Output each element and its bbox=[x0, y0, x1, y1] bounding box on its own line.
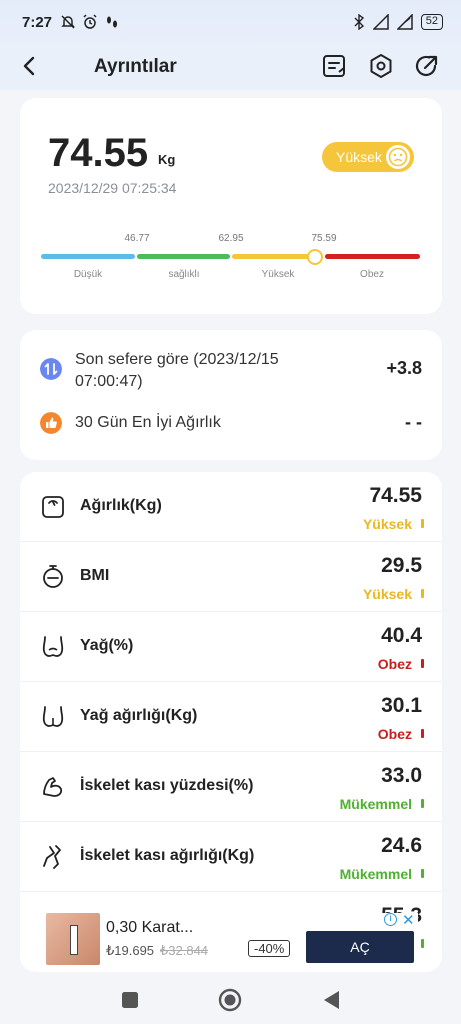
metric-status-indicator bbox=[421, 659, 424, 668]
metric-status: Mükemmel bbox=[339, 866, 412, 882]
status-bar: 7:27 52 bbox=[0, 0, 461, 44]
scale-label-high: Yüksek bbox=[261, 269, 295, 280]
status-right-icons: 52 bbox=[353, 14, 443, 30]
ad-product-image[interactable] bbox=[46, 913, 100, 965]
weight-unit: Kg bbox=[158, 152, 176, 167]
fat-mass-icon bbox=[42, 706, 64, 727]
metric-status-indicator bbox=[421, 589, 424, 598]
threshold-healthy: 62.95 bbox=[218, 233, 244, 244]
metric-row-fat-mass[interactable]: Yağ ağırlığı(Kg) 30.1 Obez bbox=[20, 682, 442, 752]
thumb-up-icon bbox=[40, 412, 62, 434]
metric-row-muscle-mass[interactable]: İskelet kası ağırlığı(Kg) 24.6 Mükemmel bbox=[20, 822, 442, 892]
metric-status: Obez bbox=[377, 726, 412, 742]
bmi-icon bbox=[43, 565, 63, 588]
home-icon[interactable] bbox=[216, 986, 244, 1014]
comparison-row-last: Son sefere göre (2023/12/15 07:00:47) +3… bbox=[40, 351, 430, 398]
metric-value: 24.6 bbox=[381, 834, 422, 857]
steps-icon bbox=[107, 16, 118, 28]
metric-label: Ağırlık(Kg) bbox=[80, 497, 162, 514]
status-time: 7:27 bbox=[22, 13, 53, 31]
metric-status: Yüksek bbox=[362, 516, 412, 532]
metric-status-indicator bbox=[421, 799, 424, 808]
metric-status-indicator bbox=[421, 519, 424, 528]
scale-label-healthy: sağlıklı bbox=[168, 269, 200, 280]
share-icon[interactable] bbox=[413, 52, 441, 80]
scale-bar-low bbox=[41, 254, 135, 259]
scale-marker bbox=[307, 249, 323, 265]
metric-row-bmi[interactable]: BMI 29.5 Yüksek bbox=[20, 542, 442, 612]
ad-banner[interactable]: 0,30 Karat... ₺19.695 ₺32.844 -40% AÇ i … bbox=[46, 911, 418, 969]
compare-icon bbox=[40, 358, 62, 380]
metric-row-muscle-percent[interactable]: İskelet kası yüzdesi(%) 33.0 Mükemmel bbox=[20, 752, 442, 822]
metric-status: Obez bbox=[377, 656, 412, 672]
metric-status: Yüksek bbox=[362, 586, 412, 602]
metric-value: 40.4 bbox=[381, 624, 422, 647]
bell-off-icon bbox=[61, 15, 75, 29]
metric-status-indicator bbox=[421, 869, 424, 878]
ad-info-icon[interactable]: i bbox=[384, 913, 397, 926]
muscle-leg-icon bbox=[43, 845, 61, 869]
metric-row-fat-percent[interactable]: Yağ(%) 40.4 Obez bbox=[20, 612, 442, 682]
metric-value: 29.5 bbox=[381, 554, 422, 577]
wifi-signal-icon bbox=[396, 14, 413, 30]
threshold-high: 75.59 bbox=[311, 233, 337, 244]
settings-hex-icon[interactable] bbox=[367, 52, 395, 80]
ad-title[interactable]: 0,30 Karat... bbox=[106, 919, 193, 937]
signal-icon bbox=[372, 14, 389, 30]
alarm-icon bbox=[83, 14, 97, 29]
sad-face-icon bbox=[386, 145, 410, 169]
comparison-best-text: 30 Gün En İyi Ağırlık bbox=[75, 414, 221, 431]
metric-value: 33.0 bbox=[381, 764, 422, 787]
scale-bar-healthy bbox=[137, 254, 230, 259]
status-badge-label: Yüksek bbox=[336, 149, 382, 165]
back-triangle-icon[interactable] bbox=[318, 986, 346, 1014]
threshold-low: 46.77 bbox=[124, 233, 150, 244]
metric-label: Yağ(%) bbox=[80, 637, 134, 654]
measurement-datetime: 2023/12/29 07:25:34 bbox=[48, 180, 177, 196]
status-badge: Yüksek bbox=[322, 142, 414, 172]
page-title: Ayrıntılar bbox=[94, 56, 177, 77]
body-fat-icon bbox=[42, 636, 64, 657]
system-nav-bar bbox=[0, 976, 461, 1024]
metric-label: İskelet kası ağırlığı(Kg) bbox=[80, 847, 255, 864]
ad-discount: -40% bbox=[248, 940, 291, 957]
comparison-last-value: +3.8 bbox=[386, 358, 422, 378]
scale-label-obese: Obez bbox=[360, 269, 384, 280]
comparison-best-value: - - bbox=[405, 412, 422, 432]
metric-status: Mükemmel bbox=[339, 796, 412, 812]
bluetooth-icon bbox=[354, 14, 364, 30]
metric-label: BMI bbox=[80, 567, 110, 584]
metric-label: Yağ ağırlığı(Kg) bbox=[80, 707, 198, 724]
metrics-list: Ağırlık(Kg) 74.55 Yüksek BMI 29.5 Yüksek… bbox=[20, 472, 442, 972]
metric-label: İskelet kası yüzdesi(%) bbox=[80, 777, 254, 794]
metric-status-indicator bbox=[421, 729, 424, 738]
report-icon[interactable] bbox=[320, 52, 348, 80]
ad-open-button[interactable]: AÇ bbox=[306, 931, 414, 963]
comparison-row-best: 30 Gün En İyi Ağırlık - - bbox=[40, 412, 430, 436]
weight-summary-card: 74.55 Kg 2023/12/29 07:25:34 Yüksek 46.7… bbox=[20, 98, 442, 314]
ad-close-icon[interactable]: ✕ bbox=[402, 911, 415, 929]
comparison-card: Son sefere göre (2023/12/15 07:00:47) +3… bbox=[20, 330, 442, 460]
metric-value: 30.1 bbox=[381, 694, 422, 717]
back-chevron-icon[interactable] bbox=[16, 52, 44, 80]
metric-row-weight[interactable]: Ağırlık(Kg) 74.55 Yüksek bbox=[20, 472, 442, 542]
ad-old-price: ₺32.844 bbox=[160, 943, 209, 958]
scale-icon bbox=[42, 496, 64, 518]
app-bar: Ayrıntılar bbox=[0, 44, 461, 90]
scale-bar-obese bbox=[325, 254, 420, 259]
status-left-icons bbox=[60, 14, 120, 30]
ad-price: ₺19.695 bbox=[106, 943, 155, 958]
battery-indicator: 52 bbox=[420, 14, 443, 30]
metric-status-indicator bbox=[421, 939, 424, 948]
comparison-last-text: Son sefere göre (2023/12/15 07:00:47) bbox=[75, 351, 279, 390]
scale-label-low: Düşük bbox=[73, 269, 103, 280]
weight-value: 74.55 bbox=[48, 131, 149, 175]
muscle-arm-icon bbox=[43, 777, 63, 797]
recents-icon[interactable] bbox=[116, 986, 144, 1014]
metric-value: 74.55 bbox=[369, 484, 422, 507]
